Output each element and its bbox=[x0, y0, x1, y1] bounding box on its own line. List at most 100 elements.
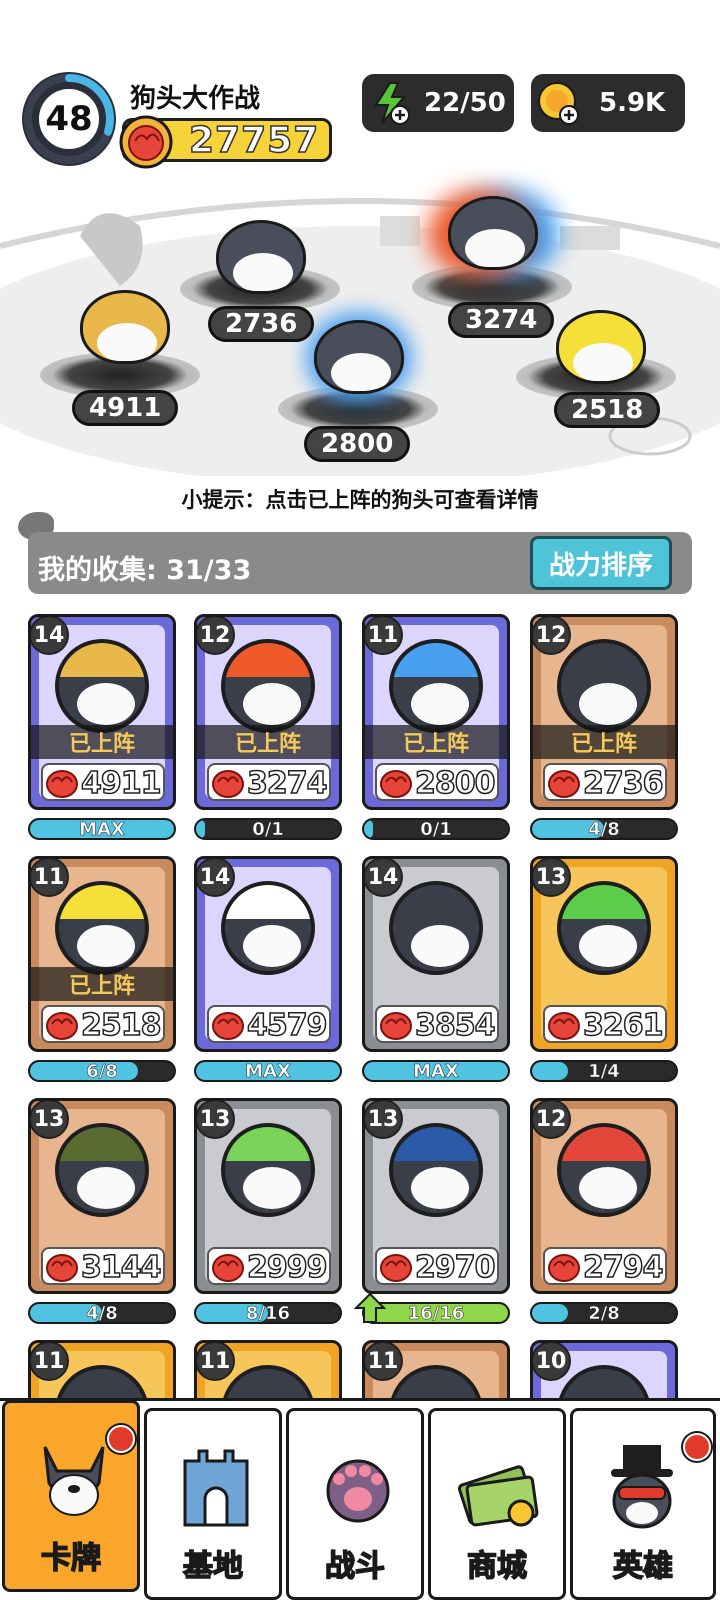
dog-card[interactable]: 14 3854 bbox=[362, 856, 510, 1052]
power-fist-icon bbox=[119, 115, 173, 169]
card-power: 2800 bbox=[375, 763, 499, 802]
card-progress-bar: 6/8 bbox=[28, 1060, 176, 1082]
dog-face bbox=[243, 683, 301, 725]
card-progress-bar: 2/8 bbox=[530, 1302, 678, 1324]
tab-hero[interactable]: 英雄 bbox=[570, 1408, 716, 1600]
dog-face bbox=[411, 925, 469, 967]
dog-card[interactable]: 11 已上阵 2518 bbox=[28, 856, 176, 1052]
card-progress-bar: 1/4 bbox=[530, 1060, 678, 1082]
card-power: 3854 bbox=[375, 1005, 499, 1044]
progress-text: MAX bbox=[245, 1060, 291, 1082]
dog-card-icon bbox=[43, 1446, 105, 1516]
card-power: 2518 bbox=[41, 1005, 165, 1044]
portrait-accessory bbox=[59, 1127, 145, 1161]
portrait-accessory bbox=[225, 885, 311, 919]
card-power-value: 3854 bbox=[414, 1007, 496, 1044]
sort-by-power-button[interactable]: 战力排序 bbox=[530, 536, 672, 590]
notification-badge bbox=[107, 1425, 135, 1453]
card-level-badge: 11 bbox=[31, 1343, 69, 1381]
dog-portrait bbox=[221, 881, 315, 975]
progress-text: 4/8 bbox=[86, 1302, 118, 1324]
card-power-value: 2736 bbox=[582, 765, 664, 802]
dog-portrait bbox=[221, 639, 315, 733]
dog-card[interactable]: 13 2999 bbox=[194, 1098, 342, 1294]
dog-face bbox=[411, 683, 469, 725]
collection-label: 我的收集: bbox=[38, 555, 157, 586]
card-power: 4911 bbox=[41, 763, 165, 802]
portrait-accessory bbox=[59, 643, 145, 677]
tab-label: 卡牌 bbox=[40, 1540, 102, 1577]
dog-portrait bbox=[389, 639, 483, 733]
dog-portrait bbox=[557, 881, 651, 975]
portrait-accessory bbox=[59, 885, 145, 919]
dog-face bbox=[579, 683, 637, 725]
dog-face bbox=[579, 1167, 637, 1209]
lineup-dog-blue-aura[interactable] bbox=[314, 320, 404, 394]
tab-shop[interactable]: 商城 bbox=[428, 1408, 566, 1600]
power-fist-icon bbox=[548, 770, 580, 798]
deployed-status: 已上阵 bbox=[533, 725, 675, 759]
dog-card[interactable]: 14 已上阵 4911 bbox=[28, 614, 176, 810]
upgrade-arrow-icon[interactable] bbox=[354, 1292, 386, 1324]
lineup-dog-warrior[interactable] bbox=[80, 290, 170, 364]
deployed-status: 已上阵 bbox=[31, 967, 173, 1001]
lineup-dog-lemon[interactable] bbox=[556, 310, 646, 384]
power-fist-icon bbox=[46, 770, 78, 798]
dog-card[interactable]: 11 已上阵 2800 bbox=[362, 614, 510, 810]
dog-card[interactable]: 13 3144 bbox=[28, 1098, 176, 1294]
portrait-accessory bbox=[561, 885, 647, 919]
notification-badge bbox=[683, 1433, 711, 1461]
level-number: 48 bbox=[36, 86, 102, 152]
card-level-badge: 11 bbox=[365, 1343, 403, 1381]
dog-face bbox=[243, 925, 301, 967]
tab-base[interactable]: 基地 bbox=[144, 1408, 282, 1600]
dog-portrait bbox=[55, 639, 149, 733]
energy-pill[interactable]: 22/50 bbox=[362, 74, 514, 132]
power-fist-icon bbox=[380, 770, 412, 798]
tab-label: 战斗 bbox=[324, 1548, 386, 1585]
progress-text: 1/4 bbox=[588, 1060, 620, 1082]
dog-card[interactable]: 12 已上阵 2736 bbox=[530, 614, 678, 810]
dog-card[interactable]: 14 4579 bbox=[194, 856, 342, 1052]
card-level-badge: 11 bbox=[365, 617, 403, 655]
card-power-value: 2800 bbox=[414, 765, 496, 802]
card-power-value: 2518 bbox=[80, 1007, 162, 1044]
lineup-dog-baby[interactable] bbox=[216, 220, 306, 294]
card-level-badge: 13 bbox=[31, 1101, 69, 1139]
dog-card[interactable]: 12 2794 bbox=[530, 1098, 678, 1294]
game-screen: 48 狗头大作战 27757 22/50 5.9K 4911 2736 2800… bbox=[0, 0, 720, 1600]
portrait-accessory bbox=[225, 1127, 311, 1161]
lightning-add-icon bbox=[374, 82, 410, 125]
card-power: 2970 bbox=[375, 1247, 499, 1286]
power-fist-icon bbox=[380, 1254, 412, 1282]
coins-pill[interactable]: 5.9K bbox=[531, 74, 685, 132]
portrait-accessory bbox=[393, 643, 479, 677]
portrait-accessory bbox=[561, 1127, 647, 1161]
lineup-dog-fire-ice[interactable] bbox=[448, 196, 538, 270]
tab-battle[interactable]: 战斗 bbox=[286, 1408, 424, 1600]
dog-portrait bbox=[557, 639, 651, 733]
card-power: 2794 bbox=[543, 1247, 667, 1286]
card-power-value: 3261 bbox=[582, 1007, 664, 1044]
collection-count: 我的收集: 31/33 bbox=[38, 548, 251, 587]
card-power-value: 2999 bbox=[246, 1249, 328, 1286]
deployed-status: 已上阵 bbox=[197, 725, 339, 759]
tab-cards[interactable]: 卡牌 bbox=[2, 1400, 140, 1592]
dog-face bbox=[411, 1167, 469, 1209]
paw-icon bbox=[326, 1459, 390, 1523]
progress-text: 4/8 bbox=[588, 818, 620, 840]
dog-card[interactable]: 13 2970 bbox=[362, 1098, 510, 1294]
level-indicator[interactable]: 48 bbox=[22, 72, 116, 166]
card-power-value: 3144 bbox=[80, 1249, 162, 1286]
card-level-badge: 14 bbox=[365, 859, 403, 897]
dog-card[interactable]: 13 3261 bbox=[530, 856, 678, 1052]
collection-value: 31/33 bbox=[166, 555, 252, 586]
tab-label: 基地 bbox=[182, 1548, 244, 1585]
dog-card[interactable]: 12 已上阵 3274 bbox=[194, 614, 342, 810]
card-power-value: 3274 bbox=[246, 765, 328, 802]
card-power-value: 2970 bbox=[414, 1249, 496, 1286]
card-power: 3274 bbox=[207, 763, 331, 802]
portrait-accessory bbox=[393, 1127, 479, 1161]
card-progress-bar: MAX bbox=[194, 1060, 342, 1082]
card-progress-bar: 0/1 bbox=[362, 818, 510, 840]
